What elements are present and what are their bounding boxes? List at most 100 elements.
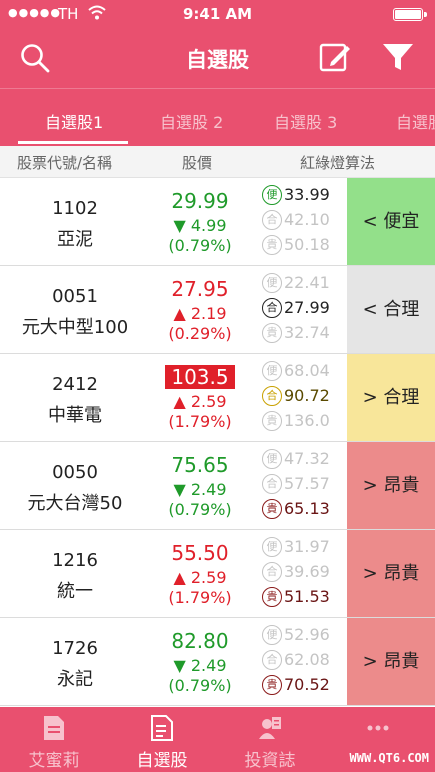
cheap-price: 便 68.04 — [262, 361, 348, 385]
expensive-badge: 貴 — [262, 499, 282, 519]
cheap-price: 便 52.96 — [262, 625, 348, 649]
expensive-value: 65.13 — [284, 499, 330, 518]
fair-value: 39.69 — [284, 562, 330, 581]
expensive-price: 貴 65.13 — [262, 499, 348, 523]
more-icon — [367, 725, 389, 731]
page-title: 自選股 — [186, 48, 249, 72]
filter-icon[interactable] — [380, 40, 416, 74]
cheap-price: 便 47.32 — [262, 449, 348, 473]
expensive-price: 貴 51.53 — [262, 587, 348, 611]
verdict-badge: < 合理 — [347, 266, 435, 353]
watermark: WWW.QT6.COM — [349, 751, 429, 765]
verdict-badge: > 昂貴 — [347, 442, 435, 529]
verdict-badge: > 昂貴 — [347, 618, 435, 705]
stock-change-pct: (1.79%) — [168, 588, 232, 607]
fair-value: 57.57 — [284, 474, 330, 493]
verdict-badge: > 合理 — [347, 354, 435, 441]
verdict-badge: > 昂貴 — [347, 530, 435, 617]
cheap-price: 便 22.41 — [262, 273, 348, 297]
expensive-badge: 貴 — [262, 323, 282, 343]
bottom-tab-emily[interactable]: 艾蜜莉 — [0, 707, 108, 772]
stock-code: 1726 — [52, 638, 98, 659]
verdict-badge: < 便宜 — [347, 178, 435, 265]
fair-price: 合 90.72 — [262, 386, 348, 410]
fair-value: 27.99 — [284, 298, 330, 317]
fair-badge: 合 — [262, 562, 282, 582]
stock-code: 0051 — [52, 286, 98, 307]
cheap-price: 便 33.99 — [262, 185, 348, 209]
stock-name: 元大中型100 — [21, 317, 129, 338]
cheap-value: 22.41 — [284, 273, 330, 292]
fair-price: 合 42.10 — [262, 210, 348, 234]
expensive-value: 50.18 — [284, 235, 330, 254]
expensive-badge: 貴 — [262, 411, 282, 431]
stock-list-icon — [151, 715, 173, 741]
stock-row[interactable]: 2412 中華電 103.5 ▲ 2.59 (1.79%) 便 68.04 合 90… — [0, 354, 435, 442]
expensive-value: 70.52 — [284, 675, 330, 694]
fair-badge: 合 — [262, 210, 282, 230]
tab-watchlist-1[interactable]: 自選股1 — [45, 109, 103, 133]
stock-change: ▼ 2.49 — [173, 656, 227, 675]
fair-value: 90.72 — [284, 386, 330, 405]
fair-badge: 合 — [262, 298, 282, 318]
stock-price: 103.5 — [165, 365, 235, 389]
expensive-price: 貴 32.74 — [262, 323, 348, 347]
stock-change-pct: (1.79%) — [168, 412, 232, 431]
column-header: 股票代號/名稱 股價 紅綠燈算法 — [0, 146, 435, 178]
cheap-price: 便 31.97 — [262, 537, 348, 561]
journal-icon — [259, 717, 281, 739]
bottom-tab-label: 艾蜜莉 — [28, 751, 80, 771]
cheap-badge: 便 — [262, 625, 282, 645]
stock-row[interactable]: 1216 統一 55.50 ▲ 2.59 (1.79%) 便 31.97 合 39.… — [0, 530, 435, 618]
document-icon — [44, 716, 64, 740]
stock-change: ▼ 4.99 — [173, 216, 227, 235]
stock-code: 1102 — [52, 198, 98, 219]
fair-price: 合 62.08 — [262, 650, 348, 674]
bottom-tab-bar: 艾蜜莉 自選股 投資誌 WWW.QT6.COM — [0, 707, 435, 772]
stock-row[interactable]: 1102 亞泥 29.99 ▼ 4.99 (0.79%) 便 33.99 合 42.… — [0, 178, 435, 266]
expensive-badge: 貴 — [262, 675, 282, 695]
bottom-tab-label: 自選股 — [136, 751, 188, 771]
cheap-value: 33.99 — [284, 185, 330, 204]
stock-row[interactable]: 1726 永記 82.80 ▼ 2.49 (0.79%) 便 52.96 合 62.… — [0, 618, 435, 706]
expensive-price: 貴 50.18 — [262, 235, 348, 259]
stock-price: 55.50 — [171, 541, 229, 565]
fair-value: 62.08 — [284, 650, 330, 669]
column-price: 股價 — [182, 154, 213, 172]
clock: 9:41 AM — [182, 5, 253, 23]
stock-price: 75.65 — [171, 453, 229, 477]
expensive-badge: 貴 — [262, 587, 282, 607]
stock-change-pct: (0.29%) — [168, 324, 232, 343]
cheap-badge: 便 — [262, 185, 282, 205]
expensive-value: 136.0 — [284, 411, 330, 430]
fair-price: 合 57.57 — [262, 474, 348, 498]
expensive-badge: 貴 — [262, 235, 282, 255]
tab-watchlist-3[interactable]: 自選股 3 — [274, 109, 337, 133]
stock-name: 統一 — [57, 581, 93, 602]
tab-watchlist-4[interactable]: 自選股 — [396, 109, 435, 133]
cheap-value: 52.96 — [284, 625, 330, 644]
fair-badge: 合 — [262, 650, 282, 670]
cheap-badge: 便 — [262, 537, 282, 557]
nav-bar: 自選股 — [0, 28, 435, 88]
tab-watchlist-2[interactable]: 自選股 2 — [160, 109, 223, 133]
edit-icon[interactable] — [318, 40, 352, 74]
battery-icon — [393, 8, 427, 21]
stock-change-pct: (0.79%) — [168, 676, 232, 695]
stock-change: ▲ 2.59 — [173, 568, 227, 587]
stock-name: 元大台灣50 — [27, 493, 123, 514]
stock-code: 1216 — [52, 550, 98, 571]
cheap-value: 31.97 — [284, 537, 330, 556]
expensive-price: 貴 70.52 — [262, 675, 348, 699]
stock-change-pct: (0.79%) — [168, 500, 232, 519]
bottom-tab-label: 投資誌 — [244, 751, 296, 771]
bottom-tab-journal[interactable]: 投資誌 — [216, 707, 324, 772]
fair-badge: 合 — [262, 386, 282, 406]
cheap-badge: 便 — [262, 361, 282, 381]
stock-row[interactable]: 0051 元大中型100 27.95 ▲ 2.19 (0.29%) 便 22.41… — [0, 266, 435, 354]
fair-badge: 合 — [262, 474, 282, 494]
stock-row[interactable]: 0050 元大台灣50 75.65 ▼ 2.49 (0.79%) 便 47.32 … — [0, 442, 435, 530]
cheap-badge: 便 — [262, 273, 282, 293]
bottom-tab-watchlist[interactable]: 自選股 — [108, 707, 216, 772]
stock-price: 82.80 — [171, 629, 229, 653]
